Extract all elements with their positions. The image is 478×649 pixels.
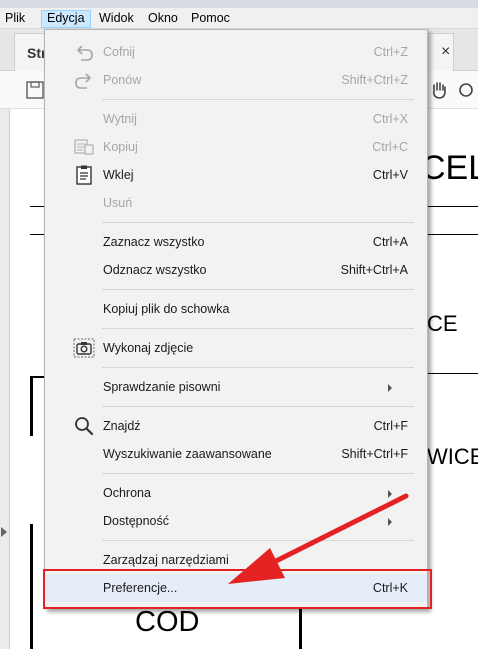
- red-arrow-icon: [228, 493, 409, 584]
